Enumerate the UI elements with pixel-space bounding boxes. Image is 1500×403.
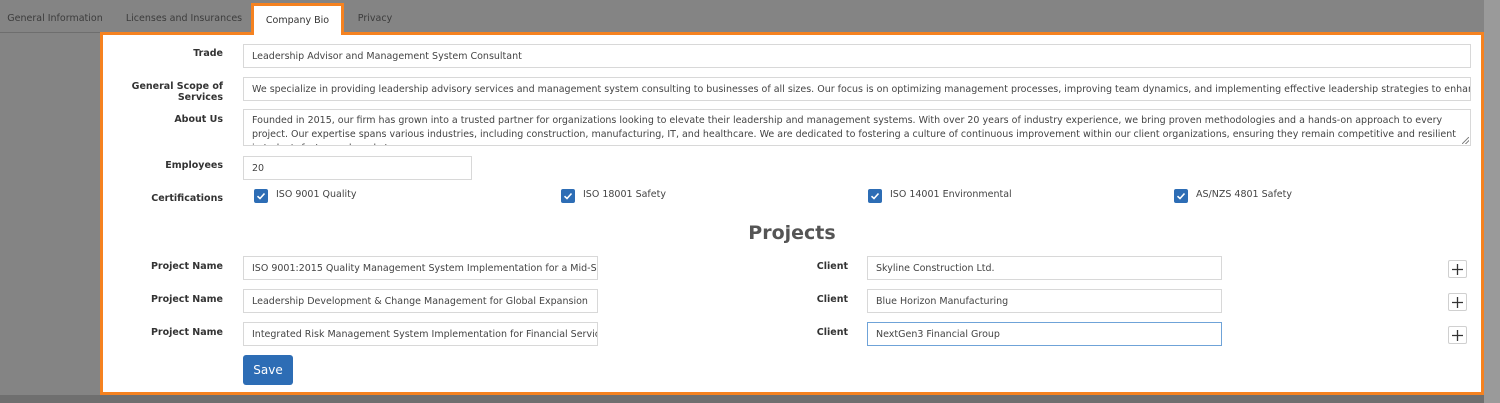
client-label: Client — [816, 327, 848, 338]
client-input[interactable]: NextGen3 Financial Group — [867, 322, 1222, 346]
scope-label: General Scope of Services — [131, 81, 223, 103]
project-name-label: Project Name — [150, 327, 223, 338]
employees-label: Employees — [165, 160, 223, 171]
project-name-input[interactable]: ISO 9001:2015 Quality Management System … — [243, 256, 598, 280]
page-bottom-edge — [0, 395, 1484, 403]
add-project-button[interactable] — [1448, 326, 1467, 344]
iso-9001-checkbox[interactable] — [254, 189, 268, 203]
add-project-button[interactable] — [1448, 293, 1467, 311]
employees-input[interactable]: 20 — [243, 156, 472, 180]
iso-14001-checkbox[interactable] — [868, 189, 882, 203]
plus-icon — [1452, 329, 1463, 341]
save-button[interactable]: Save — [243, 355, 293, 385]
iso-9001-label: ISO 9001 Quality — [276, 189, 357, 200]
project-name-label: Project Name — [150, 261, 223, 272]
tab-licenses-and-insurances[interactable]: Licenses and Insurances — [120, 4, 248, 33]
company-bio-panel: Trade Leadership Advisor and Management … — [100, 32, 1484, 395]
resize-grip-icon[interactable] — [1462, 137, 1469, 144]
project-name-label: Project Name — [150, 294, 223, 305]
project-name-input[interactable]: Integrated Risk Management System Implem… — [243, 322, 598, 346]
plus-icon — [1452, 296, 1463, 308]
project-name-input[interactable]: Leadership Development & Change Manageme… — [243, 289, 598, 313]
tab-privacy[interactable]: Privacy — [348, 4, 402, 33]
checkmark-icon — [870, 192, 880, 200]
client-label: Client — [816, 294, 848, 305]
iso-18001-label: ISO 18001 Safety — [583, 189, 666, 200]
client-input[interactable]: Skyline Construction Ltd. — [867, 256, 1222, 280]
asnzs-4801-label: AS/NZS 4801 Safety — [1196, 189, 1292, 200]
tab-general-information[interactable]: General Information — [0, 4, 110, 33]
trade-input[interactable]: Leadership Advisor and Management System… — [243, 44, 1471, 68]
about-textarea[interactable]: Founded in 2015, our firm has grown into… — [243, 109, 1471, 146]
add-project-button[interactable] — [1448, 260, 1467, 278]
checkmark-icon — [563, 192, 573, 200]
trade-label: Trade — [193, 48, 223, 59]
iso-14001-label: ISO 14001 Environmental — [890, 189, 1012, 200]
about-label: About Us — [174, 114, 223, 125]
tab-bar: General Information Licenses and Insuran… — [0, 0, 1484, 35]
checkmark-icon — [256, 192, 266, 200]
plus-icon — [1452, 263, 1463, 275]
page-edge — [1484, 0, 1500, 403]
scope-input[interactable]: We specialize in providing leadership ad… — [243, 77, 1471, 101]
certifications-label: Certifications — [151, 193, 223, 204]
asnzs-4801-checkbox[interactable] — [1174, 189, 1188, 203]
iso-18001-checkbox[interactable] — [561, 189, 575, 203]
client-label: Client — [816, 261, 848, 272]
about-text: Founded in 2015, our firm has grown into… — [252, 115, 1456, 145]
checkmark-icon — [1176, 192, 1186, 200]
client-input[interactable]: Blue Horizon Manufacturing — [867, 289, 1222, 313]
projects-heading: Projects — [748, 222, 836, 244]
tab-company-bio[interactable]: Company Bio — [251, 3, 344, 35]
